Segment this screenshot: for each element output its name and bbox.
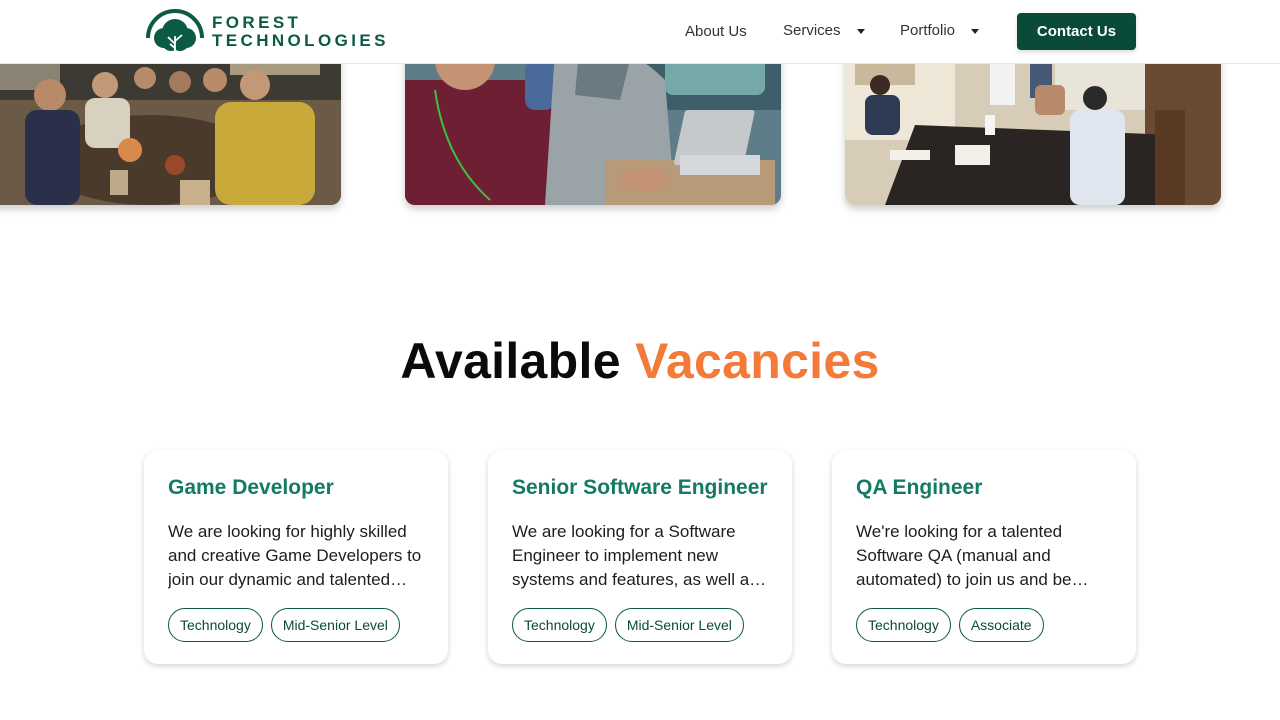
brand-line2: TECHNOLOGIES bbox=[212, 31, 389, 50]
tag-category: Technology bbox=[856, 608, 951, 642]
vacancy-title[interactable]: QA Engineer bbox=[856, 474, 1112, 502]
team-dinner-photo bbox=[0, 40, 341, 205]
vacancy-tags: Technology Associate bbox=[856, 608, 1112, 642]
chevron-down-icon bbox=[971, 29, 980, 34]
section-title: Available Vacancies bbox=[0, 332, 1280, 390]
vacancy-card-qa-engineer[interactable]: QA Engineer We're looking for a talented… bbox=[832, 450, 1136, 664]
vacancy-tags: Technology Mid-Senior Level bbox=[168, 608, 424, 642]
tree-logo-icon bbox=[146, 9, 204, 54]
team-meeting-photo bbox=[845, 40, 1221, 205]
vacancy-title[interactable]: Senior Software Engineer bbox=[512, 474, 768, 502]
section-title-part2: Vacancies bbox=[635, 333, 880, 389]
tag-level: Mid-Senior Level bbox=[614, 608, 744, 642]
vacancy-card-game-developer[interactable]: Game Developer We are looking for highly… bbox=[144, 450, 448, 664]
chevron-down-icon bbox=[856, 29, 865, 34]
tag-level: Mid-Senior Level bbox=[270, 608, 400, 642]
brand-logo[interactable]: FOREST TECHNOLOGIES bbox=[144, 8, 389, 56]
vacancy-description: We are looking for a Software Engineer t… bbox=[512, 522, 767, 589]
nav-about-us[interactable]: About Us bbox=[685, 23, 747, 40]
contact-us-button[interactable]: Contact Us bbox=[1017, 13, 1136, 50]
vacancy-card-senior-software-engineer[interactable]: Senior Software Engineer We are looking … bbox=[488, 450, 792, 664]
tag-category: Technology bbox=[512, 608, 607, 642]
nav-portfolio[interactable]: Portfolio bbox=[900, 22, 980, 39]
site-header: FOREST TECHNOLOGIES About Us Services Po… bbox=[0, 0, 1280, 64]
vacancy-tags: Technology Mid-Senior Level bbox=[512, 608, 768, 642]
tag-level: Associate bbox=[958, 608, 1044, 642]
nav-services[interactable]: Services bbox=[783, 22, 865, 39]
nav-portfolio-label: Portfolio bbox=[900, 22, 956, 39]
brand-name: FOREST TECHNOLOGIES bbox=[212, 14, 389, 50]
team-working-photo bbox=[405, 40, 781, 205]
vacancy-description: We're looking for a talented Software QA… bbox=[856, 522, 1089, 589]
nav-about-label: About Us bbox=[685, 23, 747, 40]
vacancy-description: We are looking for highly skilled and cr… bbox=[168, 522, 422, 589]
tag-category: Technology bbox=[168, 608, 263, 642]
brand-line1: FOREST bbox=[212, 13, 302, 32]
section-title-part1: Available bbox=[400, 333, 621, 389]
nav-services-label: Services bbox=[783, 22, 841, 39]
vacancy-title[interactable]: Game Developer bbox=[168, 474, 424, 502]
